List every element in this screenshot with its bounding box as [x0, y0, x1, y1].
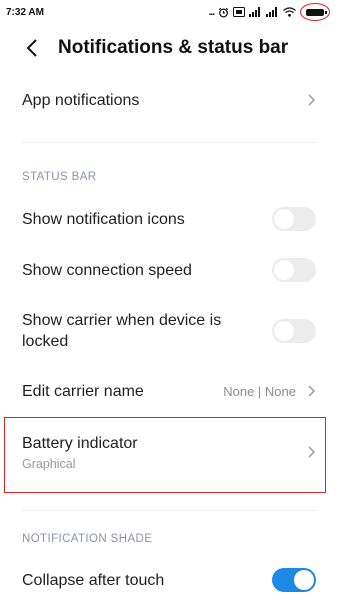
show-carrier-locked-toggle[interactable] — [272, 319, 316, 343]
toggle-knob — [274, 260, 294, 280]
battery-icon — [306, 8, 327, 16]
screen: 7:32 AM ... Notifications & status bar A… — [0, 0, 338, 600]
vpn-icon — [233, 7, 245, 17]
page-title: Notifications & status bar — [58, 37, 289, 58]
app-notifications-row[interactable]: App notifications — [0, 82, 338, 118]
battery-highlight — [300, 3, 330, 21]
header: Notifications & status bar — [0, 30, 338, 66]
edit-carrier-name-right: None | None — [223, 384, 316, 399]
edit-carrier-name-label: Edit carrier name — [22, 382, 144, 400]
toggle-knob — [274, 321, 294, 341]
edit-carrier-name-row[interactable]: Edit carrier name None | None — [0, 373, 338, 409]
signal-icon — [249, 7, 260, 17]
section-header-notification-shade: NOTIFICATION SHADE — [22, 533, 153, 545]
show-carrier-locked-label: Show carrier when device is locked — [22, 312, 222, 350]
toggle-knob — [294, 570, 314, 590]
show-notification-icons-label: Show notification icons — [22, 210, 185, 228]
show-connection-speed-toggle[interactable] — [272, 258, 316, 282]
app-notifications-label: App notifications — [22, 91, 140, 109]
show-connection-speed-label: Show connection speed — [22, 261, 192, 279]
chevron-right-icon — [308, 385, 316, 397]
chevron-right-icon — [308, 94, 316, 106]
show-carrier-locked-row[interactable]: Show carrier when device is locked — [0, 309, 338, 353]
back-button[interactable] — [12, 30, 52, 66]
show-notification-icons-toggle[interactable] — [272, 207, 316, 231]
status-bar: 7:32 AM ... — [0, 0, 338, 24]
collapse-after-touch-row[interactable]: Collapse after touch — [0, 561, 338, 599]
section-header-status-bar: STATUS BAR — [22, 171, 97, 183]
more-notifications-icon: ... — [208, 6, 215, 18]
highlight-annotation-box — [4, 417, 326, 493]
divider — [22, 142, 316, 143]
divider — [22, 510, 316, 511]
show-notification-icons-row[interactable]: Show notification icons — [0, 200, 338, 238]
back-arrow-icon — [26, 39, 37, 57]
wifi-icon — [283, 7, 296, 17]
show-connection-speed-row[interactable]: Show connection speed — [0, 251, 338, 289]
status-icons: ... — [209, 3, 330, 21]
signal-icon-2 — [266, 7, 277, 17]
toggle-knob — [274, 209, 294, 229]
status-time: 7:32 AM — [6, 6, 44, 18]
collapse-after-touch-toggle[interactable] — [272, 568, 316, 592]
collapse-after-touch-label: Collapse after touch — [22, 571, 165, 589]
alarm-icon — [218, 7, 229, 17]
edit-carrier-name-value: None | None — [223, 383, 296, 399]
